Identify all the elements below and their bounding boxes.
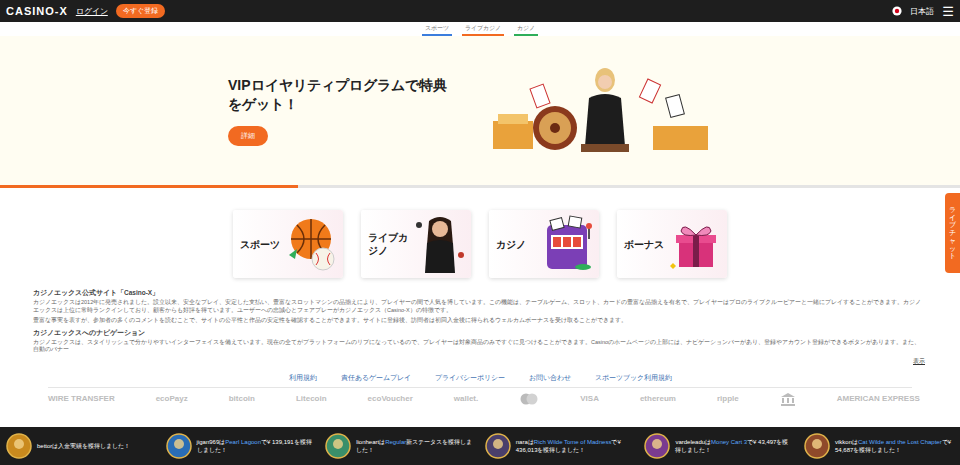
footer-links: 利用規約 責任あるゲームプレイ プライバシーポリシー お問い合わせ スポーツブック利用規… (48, 374, 912, 388)
footer-link[interactable]: 責任あるゲームプレイ (341, 374, 411, 383)
category-card[interactable]: カジノ (489, 210, 599, 278)
menu-button[interactable]: ☰ (942, 5, 954, 18)
winner-text: naraはRich Wilde Tome of Madnessで¥ 436,01… (516, 438, 635, 454)
live-dealer-icon (411, 215, 469, 273)
register-button[interactable]: 今すぐ登録 (116, 4, 165, 18)
payment-logo: AMERICAN EXPRESS (837, 394, 920, 403)
sub-nav-tab[interactable]: ライブカジノ (462, 24, 504, 36)
category-label: ボーナス (624, 238, 667, 251)
payment-logo: bitcoin (229, 394, 255, 403)
category-card[interactable]: ボーナス (617, 210, 727, 278)
payment-logo: WIRE TRANSFER (48, 394, 115, 403)
japan-flag-icon (892, 6, 902, 16)
winner-item[interactable]: naraはRich Wilde Tome of Madnessで¥ 436,01… (485, 433, 635, 459)
payment-logo: ecoPayz (156, 394, 188, 403)
footer-link[interactable]: スポーツブック利用規約 (595, 374, 672, 383)
footer-link[interactable]: お問い合わせ (529, 374, 571, 383)
top-bar: CASINO-X ログイン今すぐ登録 日本語 ☰ (0, 0, 960, 22)
game-thumbnail-icon (804, 433, 830, 459)
slider-progress-fill (0, 185, 298, 188)
article-paragraph: 豊富な事実を表すが、参加者の多くのコメントを読むことで、サイトの公平性と作品の安… (33, 317, 925, 325)
game-thumbnail-icon (6, 433, 32, 459)
payment-logos: WIRE TRANSFER ecoPayz bitcoin Litecoin ecoVo… (0, 388, 960, 406)
winner-text: vikkonはCat Wilde and the Lost Chapterで¥ … (835, 438, 954, 454)
article-paragraph: カジノエックスは2012年に発売されました。設立以来、安全なプレイ、安定した支払… (33, 299, 925, 314)
payment-logo: VISA (580, 394, 599, 403)
main-content: スポーツライブカジノカジノボーナスカジノエックス公式サイト「Casino-X」カ… (0, 188, 960, 427)
seo-article: カジノエックス公式サイト「Casino-X」カジノエックスは2012年に発売され… (0, 278, 960, 366)
game-thumbnail-icon (644, 433, 670, 459)
game-link[interactable]: Regular (385, 439, 406, 445)
details-button[interactable]: 詳細 (228, 126, 268, 146)
winner-text: bettorは入金実績を獲得しました！ (37, 442, 130, 450)
game-thumbnail-icon (325, 433, 351, 459)
winner-item[interactable]: vardeleaduはMoney Cart 3で¥ 43,497を獲得しました！ (644, 433, 794, 459)
category-card[interactable]: スポーツ (233, 210, 343, 278)
mastercard-icon (519, 393, 539, 405)
bank-icon (780, 392, 796, 406)
game-link[interactable]: Rich Wilde Tome of Madness (534, 439, 612, 445)
article-heading: カジノエックス公式サイト「Casino-X」 (33, 288, 925, 297)
logo[interactable]: CASINO-X (6, 5, 68, 17)
sports-balls-icon (283, 215, 341, 273)
sub-nav-tab[interactable]: カジノ (514, 24, 538, 36)
language-selector[interactable]: 日本語 (910, 6, 934, 17)
category-cards: スポーツ ライブカジノ カジノ ボーナス (0, 188, 960, 278)
page: CASINO-Xログイン今すぐ登録日本語☰スポーツライブカジノカジノVIPロイヤ… (0, 0, 960, 465)
payment-logo: ripple (717, 394, 739, 403)
winner-item[interactable]: bettorは入金実績を獲得しました！ (6, 433, 156, 459)
winner-text: lionheartはRegular新ステータスを獲得しました！ (356, 438, 475, 454)
category-label: カジノ (496, 238, 539, 251)
game-thumbnail-icon (485, 433, 511, 459)
hero-banner: VIPロイヤリティプログラムで特典をゲット！ 詳細 (0, 36, 960, 185)
winner-item[interactable]: lionheartはRegular新ステータスを獲得しました！ (325, 433, 475, 459)
live-chat-tab[interactable]: ライブチャット (945, 193, 960, 273)
footer-link[interactable]: プライバシーポリシー (435, 374, 505, 383)
winner-text: jigan969はPearl Lagoonで¥ 139,191を獲得しました！ (197, 438, 316, 454)
hero-image (493, 66, 713, 156)
footer-link[interactable]: 利用規約 (289, 374, 317, 383)
slot-machine-icon (539, 215, 597, 273)
hero-title: VIPロイヤリティプログラムで特典をゲット！ (228, 76, 453, 114)
article-heading: カジノエックスへのナビゲーション (33, 328, 925, 337)
category-card[interactable]: ライブカジノ (361, 210, 471, 278)
login-link[interactable]: ログイン (76, 6, 108, 17)
slider-progress (0, 185, 960, 188)
payment-logo: ethereum (640, 394, 676, 403)
game-link[interactable]: Cat Wilde and the Lost Chapter (858, 439, 942, 445)
winner-text: vardeleaduはMoney Cart 3で¥ 43,497を獲得しました！ (675, 438, 794, 454)
payment-logo: ecoVoucher (368, 394, 413, 403)
show-more-link[interactable]: 表示 (913, 357, 925, 366)
winner-item[interactable]: vikkonはCat Wilde and the Lost Chapterで¥ … (804, 433, 954, 459)
game-link[interactable]: Pearl Lagoon (225, 439, 261, 445)
winners-ticker: bettorは入金実績を獲得しました！ jigan969はPearl Lagoon… (0, 427, 960, 465)
category-label: スポーツ (240, 238, 283, 251)
category-label: ライブカジノ (368, 231, 411, 257)
winner-item[interactable]: jigan969はPearl Lagoonで¥ 139,191を獲得しました！ (166, 433, 316, 459)
sub-nav: スポーツライブカジノカジノ (0, 22, 960, 36)
payment-logo: wallet. (454, 394, 478, 403)
live-chat-label: ライブチャット (949, 206, 956, 260)
article-paragraph: カジノエックスは、スタイリッシュで分かりやすいインターフェイスを備えています。現… (33, 339, 925, 354)
payment-logo: Litecoin (296, 394, 327, 403)
game-thumbnail-icon (166, 433, 192, 459)
sub-nav-tab[interactable]: スポーツ (422, 24, 452, 36)
game-link[interactable]: Money Cart 3 (711, 439, 747, 445)
gift-box-icon (667, 215, 725, 273)
